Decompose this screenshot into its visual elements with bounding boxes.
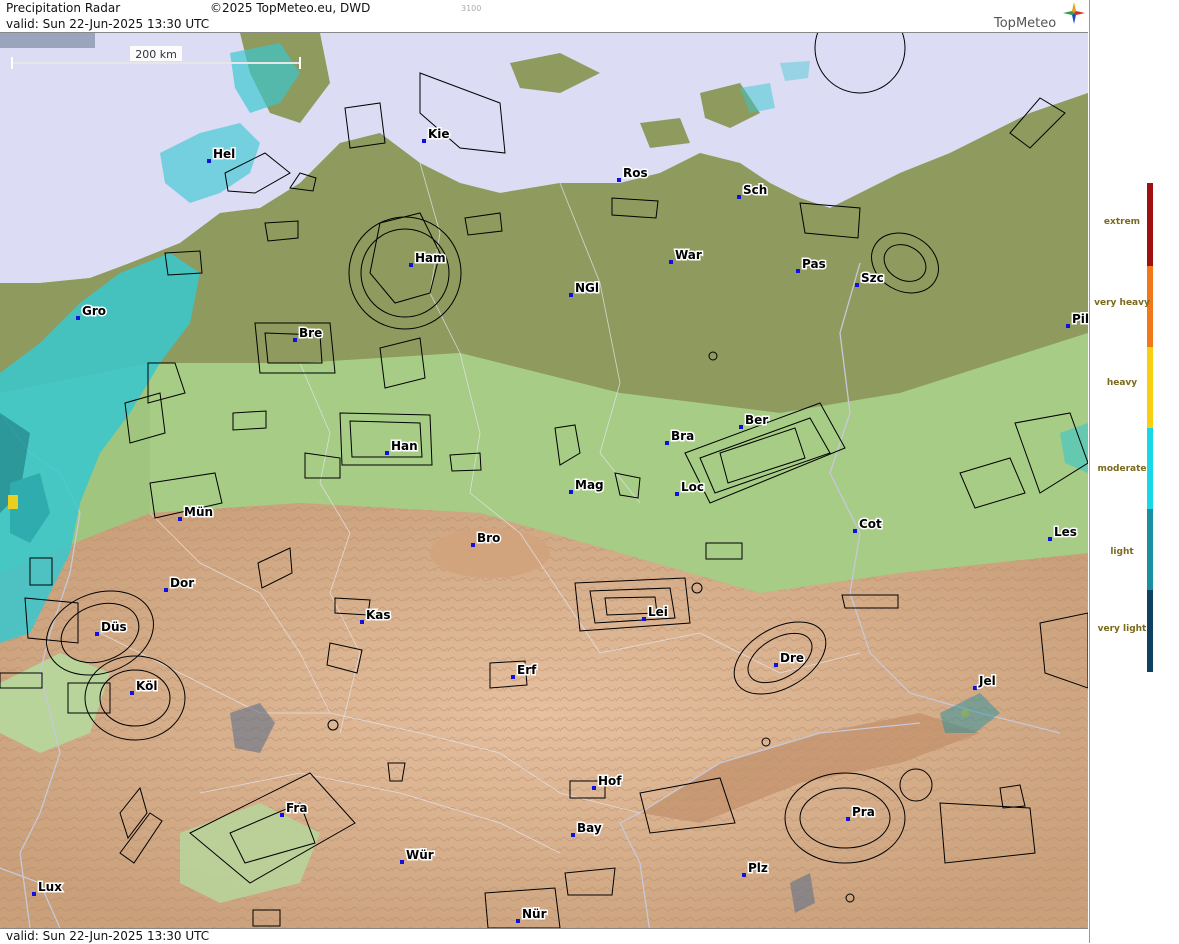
city-marker-sch (737, 195, 741, 199)
city-label-bay: Bay (577, 821, 602, 835)
city-label-dor: Dor (170, 576, 194, 590)
legend-label-heavy: heavy (1106, 378, 1138, 388)
city-label-mag: Mag (575, 478, 604, 492)
city-marker-bro (471, 543, 475, 547)
city-marker-lei (642, 617, 646, 621)
city-label-nur: Nür (522, 907, 547, 921)
city-label-dre: Dre (780, 651, 804, 665)
city-marker-ber (739, 425, 743, 429)
city-marker-kie (422, 139, 426, 143)
legend-label-very-light: very light (1097, 624, 1147, 634)
radar-map[interactable]: 200 km Hel Kie Ros Sch Ham War Pas Szc NGl Gro Bre… (0, 33, 1088, 928)
city-label-pra: Pra (852, 805, 875, 819)
city-label-dus: Düs (101, 620, 127, 634)
city-label-plz: Plz (748, 861, 768, 875)
city-marker-bre (293, 338, 297, 342)
city-label-bro: Bro (477, 531, 500, 545)
valid-time: valid: Sun 22-Jun-2025 13:30 UTC (6, 17, 210, 31)
city-label-ham: Ham (415, 251, 446, 265)
legend-label-very-heavy: very heavy (1094, 298, 1150, 308)
city-label-jel: Jel (978, 674, 996, 688)
city-label-war: War (675, 248, 702, 262)
city-label-erf: Erf (517, 663, 537, 677)
city-label-cot: Cot (859, 517, 882, 531)
logo-text: TopMeteo (994, 16, 1057, 31)
city-marker-hof (592, 786, 596, 790)
city-marker-les (1048, 537, 1052, 541)
city-marker-cot (853, 529, 857, 533)
legend-label-moderate: moderate (1097, 464, 1147, 474)
city-label-lux: Lux (38, 880, 62, 894)
city-label-ber: Ber (745, 413, 768, 427)
city-label-sch: Sch (743, 183, 767, 197)
city-marker-mun (178, 517, 182, 521)
product-title: Precipitation Radar (6, 1, 121, 15)
city-marker-ham (409, 263, 413, 267)
product-code: 3100 (461, 4, 482, 13)
city-label-pas: Pas (802, 257, 826, 271)
city-marker-mag (569, 490, 573, 494)
city-label-gro: Gro (82, 304, 106, 318)
city-label-hof: Hof (598, 774, 622, 788)
map-footer: valid: Sun 22-Jun-2025 13:30 UTC (0, 928, 1088, 944)
city-label-wur: Wür (406, 848, 434, 862)
city-marker-nur (516, 919, 520, 923)
city-marker-fra (280, 813, 284, 817)
city-marker-kol (130, 691, 134, 695)
city-marker-lux (32, 892, 36, 896)
city-label-ngl: NGl (575, 281, 599, 295)
city-marker-plz (742, 873, 746, 877)
city-marker-wur (400, 860, 404, 864)
legend-label-light: light (1110, 547, 1134, 557)
city-marker-pil (1066, 324, 1070, 328)
city-marker-bay (571, 833, 575, 837)
city-label-lei: Lei (648, 605, 668, 619)
city-label-szc: Szc (861, 271, 884, 285)
city-label-kas: Kas (366, 608, 391, 622)
legend-label-extrem: extrem (1103, 217, 1141, 227)
city-label-han: Han (391, 439, 418, 453)
city-marker-gro (76, 316, 80, 320)
city-label-bre: Bre (299, 326, 322, 340)
city-marker-dre (774, 663, 778, 667)
city-label-loc: Loc (681, 480, 704, 494)
city-marker-war (669, 260, 673, 264)
city-marker-pra (846, 817, 850, 821)
footer-valid-time: valid: Sun 22-Jun-2025 13:30 UTC (6, 929, 210, 943)
map-canvas: 200 km Hel Kie Ros Sch Ham War Pas Szc NGl Gro Bre… (0, 33, 1088, 928)
copyright: ©2025 TopMeteo.eu, DWD (210, 1, 371, 15)
city-label-kie: Kie (428, 127, 450, 141)
city-marker-hel (207, 159, 211, 163)
compass-star-icon (1063, 2, 1085, 24)
city-marker-han (385, 451, 389, 455)
city-marker-ros (617, 178, 621, 182)
city-label-pil: Pil (1072, 312, 1088, 326)
city-marker-loc (675, 492, 679, 496)
scale-label: 200 km (135, 48, 177, 61)
city-label-bra: Bra (671, 429, 694, 443)
city-marker-jel (973, 686, 977, 690)
city-marker-kas (360, 620, 364, 624)
city-label-hel: Hel (213, 147, 235, 161)
city-label-les: Les (1054, 525, 1077, 539)
city-label-ros: Ros (623, 166, 648, 180)
city-marker-dus (95, 632, 99, 636)
city-label-mun: Mün (184, 505, 213, 519)
city-marker-ngl (569, 293, 573, 297)
city-marker-szc (855, 283, 859, 287)
intensity-legend: extrem very heavy heavy moderate light v… (1089, 0, 1179, 943)
city-marker-dor (164, 588, 168, 592)
city-marker-bra (665, 441, 669, 445)
city-marker-pas (796, 269, 800, 273)
map-header: Precipitation Radar ©2025 TopMeteo.eu, D… (0, 0, 1088, 33)
city-label-fra: Fra (286, 801, 307, 815)
city-label-kol: Köl (136, 679, 157, 693)
city-marker-erf (511, 675, 515, 679)
